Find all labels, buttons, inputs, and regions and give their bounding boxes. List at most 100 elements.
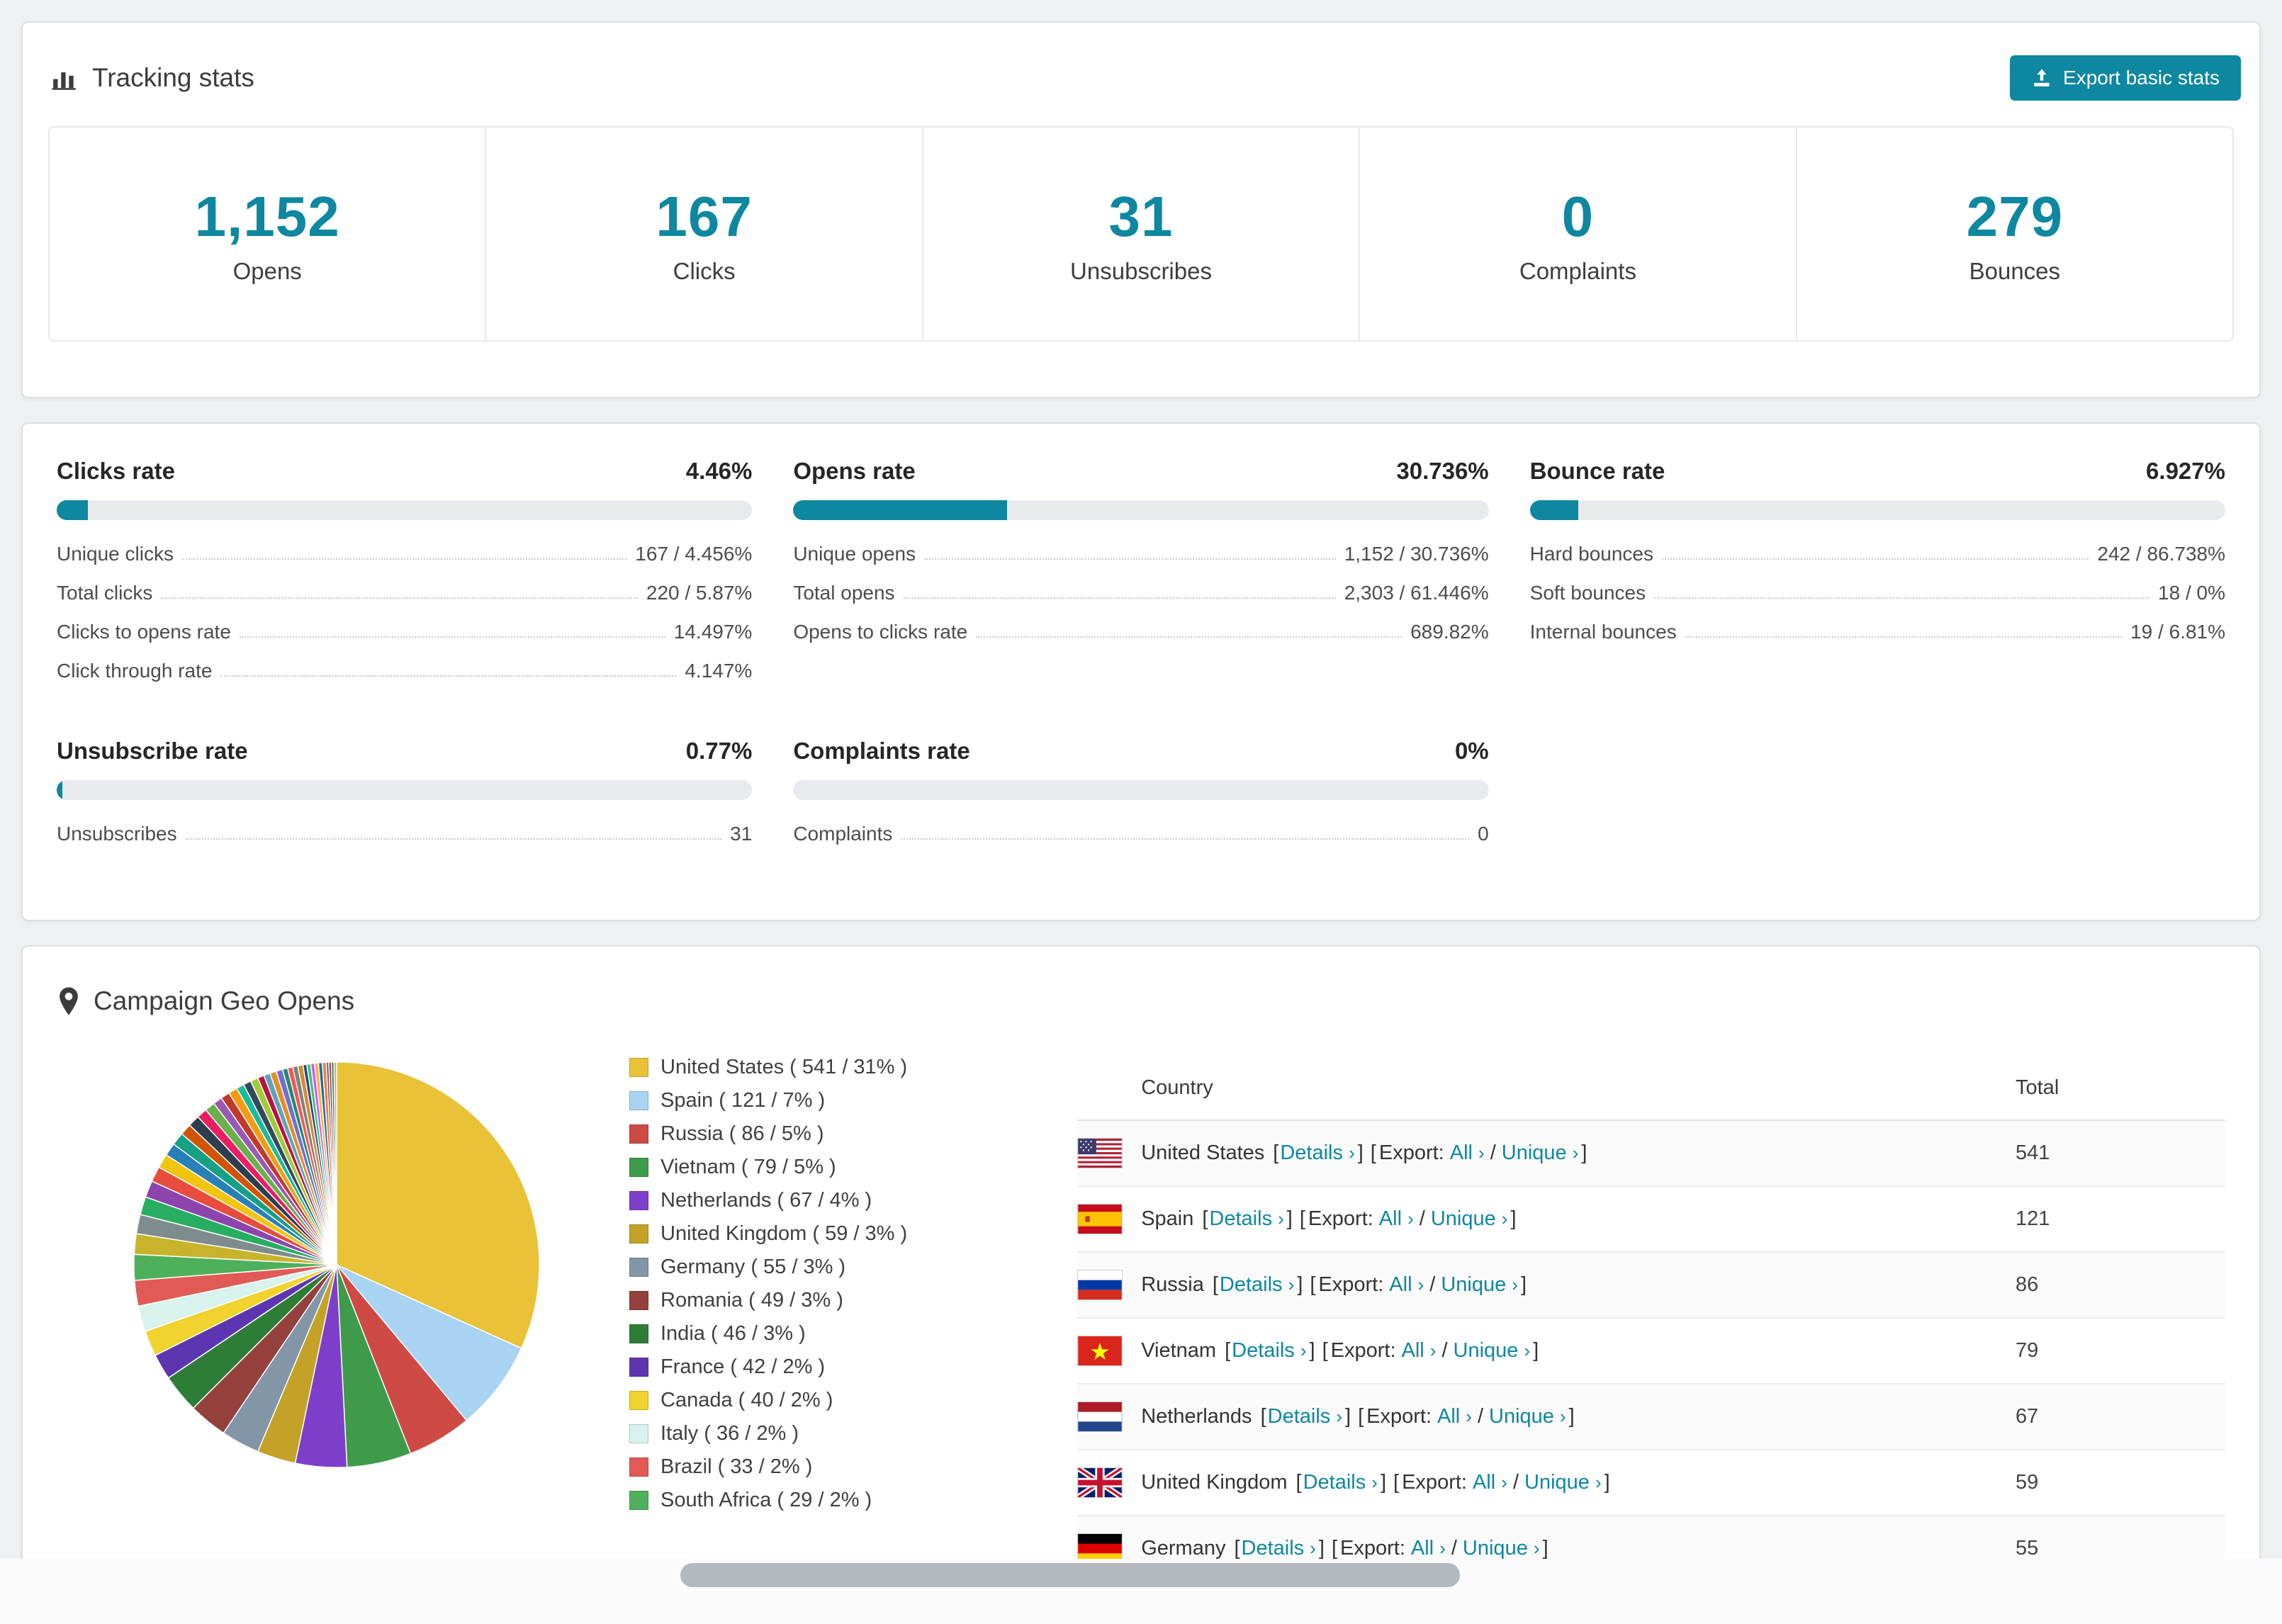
- unsubscribe-rate-progress: [57, 780, 753, 800]
- country-name: United States: [1141, 1141, 1265, 1164]
- country-cell: United States[Details ›][Export: All › / Un…: [1141, 1141, 1587, 1165]
- stat-row-label: Unique opens: [793, 543, 916, 565]
- geo-table-row: Netherlands[Details ›][Export: All › / Uniq…: [1077, 1385, 2225, 1450]
- legend-swatch: [629, 1391, 648, 1410]
- stat-row-label: Total clicks: [57, 582, 153, 604]
- stat-row: Internal bounces 19 / 6.81%: [1530, 621, 2225, 643]
- details-link[interactable]: Details ›: [1232, 1339, 1306, 1363]
- country-total: 67: [2016, 1405, 2039, 1428]
- complaints-rate-progress: [793, 780, 1489, 800]
- details-link[interactable]: Details ›: [1280, 1141, 1354, 1165]
- details-link[interactable]: Details ›: [1220, 1273, 1294, 1297]
- stat-row-label: Unique clicks: [57, 543, 174, 565]
- unsubscribes-label: Unsubscribes: [1070, 258, 1212, 284]
- legend-item: Romania ( 49 / 3% ): [629, 1289, 907, 1312]
- legend-item: United Kingdom ( 59 / 3% ): [629, 1222, 907, 1246]
- legend-item: France ( 42 / 2% ): [629, 1355, 907, 1379]
- chevron-right-icon: ›: [1439, 1538, 1446, 1559]
- horizontal-scrollbar-thumb[interactable]: [680, 1563, 1460, 1587]
- legend-label: South Africa ( 29 / 2% ): [661, 1489, 872, 1511]
- legend-label: India ( 46 / 3% ): [661, 1322, 806, 1345]
- country-total: 121: [2016, 1207, 2050, 1230]
- export-all-link[interactable]: All ›: [1411, 1537, 1446, 1560]
- stat-row-value: 0: [1478, 823, 1489, 845]
- stat-row: Clicks to opens rate 14.497%: [57, 621, 752, 643]
- stat-row-label: Internal bounces: [1529, 621, 1677, 643]
- chevron-right-icon: ›: [1429, 1340, 1437, 1361]
- stat-row: Unique clicks 167 / 4.456%: [57, 543, 752, 565]
- legend-swatch: [629, 1258, 648, 1277]
- country-total: 55: [2016, 1537, 2039, 1560]
- clicks-rate-block: Clicks rate 4.46% Unique clicks 167 / 4.4…: [57, 458, 753, 682]
- stat-row: Hard bounces 242 / 86.738%: [1530, 543, 2225, 565]
- export-unique-link[interactable]: Unique ›: [1463, 1537, 1540, 1560]
- legend-item: Canada ( 40 / 2% ): [629, 1389, 907, 1412]
- details-link[interactable]: Details ›: [1209, 1207, 1283, 1231]
- export-all-link[interactable]: All ›: [1389, 1273, 1424, 1297]
- stat-row: Opens to clicks rate 689.82%: [793, 621, 1488, 643]
- clicks-label: Clicks: [673, 258, 736, 284]
- clicks-rate-value: 4.46%: [685, 458, 753, 484]
- export-unique-link[interactable]: Unique ›: [1524, 1471, 1602, 1494]
- export-all-link[interactable]: All ›: [1437, 1405, 1472, 1428]
- stat-row: Soft bounces 18 / 0%: [1530, 582, 2225, 604]
- export-label: Export:: [1340, 1537, 1405, 1560]
- dotted-leader: [901, 838, 1470, 840]
- legend-label: Russia ( 86 / 5% ): [661, 1122, 824, 1145]
- stat-row-label: Soft bounces: [1529, 582, 1646, 604]
- chevron-right-icon: ›: [1560, 1406, 1566, 1427]
- stat-box-opens: 1,152 Opens: [50, 128, 485, 340]
- tracking-stats-title-text: Tracking stats: [92, 63, 254, 92]
- stat-row: Unsubscribes 31: [57, 823, 752, 845]
- chevron-right-icon: ›: [1288, 1274, 1295, 1295]
- chevron-right-icon: ›: [1512, 1274, 1518, 1295]
- stat-row-label: Unsubscribes: [57, 823, 177, 845]
- stat-row-value: 689.82%: [1410, 621, 1489, 643]
- export-all-link[interactable]: All ›: [1473, 1471, 1507, 1494]
- chevron-right-icon: ›: [1595, 1472, 1602, 1493]
- dotted-leader: [220, 675, 677, 677]
- export-label: Export:: [1330, 1339, 1396, 1362]
- details-link[interactable]: Details ›: [1303, 1471, 1378, 1494]
- unsubscribe-rate-title: Unsubscribe rate: [57, 738, 248, 764]
- export-unique-link[interactable]: Unique ›: [1454, 1339, 1531, 1363]
- legend-label: Italy ( 36 / 2% ): [661, 1422, 799, 1445]
- legend-swatch: [629, 1324, 648, 1343]
- dotted-leader: [239, 636, 665, 638]
- export-all-link[interactable]: All ›: [1402, 1339, 1437, 1363]
- tracking-stats-card: Tracking stats Export basic stats 1,152 …: [21, 21, 2261, 398]
- dotted-leader: [161, 597, 638, 599]
- geo-table-row: Spain[Details ›][Export: All › / Unique ›] 1…: [1077, 1187, 2225, 1253]
- legend-item: South Africa ( 29 / 2% ): [629, 1489, 907, 1512]
- dotted-leader: [1685, 636, 2123, 638]
- geo-table-row: Vietnam[Details ›][Export: All › / Unique ›…: [1077, 1319, 2225, 1385]
- stat-row-value: 1,152 / 30.736%: [1344, 543, 1489, 565]
- legend-swatch: [629, 1058, 648, 1077]
- stat-row: Unique opens 1,152 / 30.736%: [793, 543, 1488, 565]
- legend-label: Spain ( 121 / 7% ): [661, 1089, 826, 1112]
- details-link[interactable]: Details ›: [1268, 1405, 1342, 1428]
- details-link[interactable]: Details ›: [1242, 1537, 1316, 1560]
- export-basic-stats-button[interactable]: Export basic stats: [2010, 55, 2241, 101]
- legend-item: India ( 46 / 3% ): [629, 1322, 907, 1346]
- export-unique-link[interactable]: Unique ›: [1489, 1405, 1566, 1428]
- legend-swatch: [629, 1291, 648, 1310]
- bounces-label: Bounces: [1969, 258, 2061, 284]
- flag-vn-icon: [1077, 1336, 1123, 1366]
- export-unique-link[interactable]: Unique ›: [1431, 1207, 1508, 1231]
- legend-swatch: [629, 1191, 648, 1210]
- export-all-link[interactable]: All ›: [1379, 1207, 1414, 1231]
- geo-pie-chart: [128, 1056, 546, 1474]
- opens-rate-title: Opens rate: [793, 458, 916, 484]
- export-unique-link[interactable]: Unique ›: [1441, 1273, 1518, 1297]
- export-all-link[interactable]: All ›: [1450, 1141, 1485, 1165]
- export-label: Export:: [1402, 1471, 1467, 1494]
- complaints-rate-value: 0%: [1454, 738, 1489, 764]
- legend-item: Spain ( 121 / 7% ): [629, 1089, 907, 1112]
- chevron-right-icon: ›: [1300, 1340, 1307, 1361]
- stat-row: Total opens 2,303 / 61.446%: [793, 582, 1488, 604]
- export-label: Export:: [1378, 1141, 1444, 1164]
- complaints-rate-block: Complaints rate 0% Complaints 0: [793, 738, 1489, 845]
- export-unique-link[interactable]: Unique ›: [1502, 1141, 1579, 1165]
- clicks-count: 167: [656, 185, 753, 248]
